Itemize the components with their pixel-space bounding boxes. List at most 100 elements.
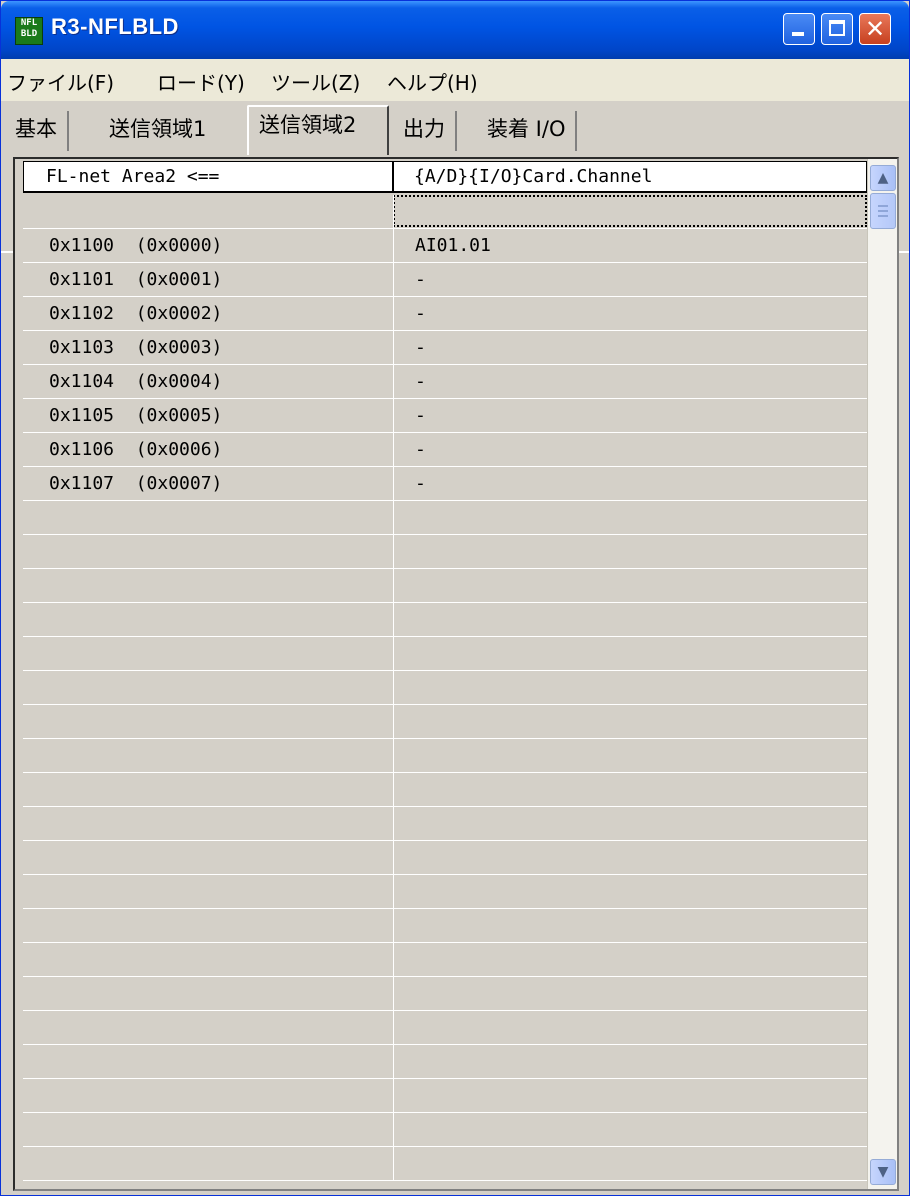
column-divider — [393, 263, 394, 297]
vertical-scrollbar[interactable]: ▲ ▼ — [867, 159, 897, 1189]
empty-table-row[interactable] — [23, 1147, 867, 1181]
column-divider — [393, 637, 394, 671]
flnet-address-cell[interactable]: 0x1106 (0x0006) — [49, 433, 222, 467]
card-channel-cell[interactable]: - — [415, 263, 426, 297]
card-channel-cell[interactable]: - — [415, 399, 426, 433]
card-channel-cell[interactable]: - — [415, 331, 426, 365]
tab-output[interactable]: 出力 — [393, 111, 457, 151]
column-divider — [393, 841, 394, 875]
flnet-address-cell[interactable]: 0x1101 (0x0001) — [49, 263, 222, 297]
window-title: R3-NFLBLD — [51, 14, 179, 39]
card-channel-cell[interactable]: - — [415, 467, 426, 501]
menu-load[interactable]: ロード(Y) — [157, 67, 245, 96]
column-divider — [393, 195, 394, 229]
empty-table-row[interactable] — [23, 569, 867, 603]
close-icon: ✕ — [864, 15, 886, 43]
empty-table-row[interactable] — [23, 1011, 867, 1045]
table-row[interactable]: 0x1106 (0x0006) - — [23, 433, 867, 467]
column-divider — [393, 1113, 394, 1147]
column-divider — [393, 1011, 394, 1045]
grip-line — [878, 215, 888, 217]
column-divider — [393, 977, 394, 1011]
empty-table-row[interactable] — [23, 705, 867, 739]
column-divider — [393, 603, 394, 637]
column-divider — [393, 875, 394, 909]
column-divider — [393, 399, 394, 433]
table-row[interactable]: 0x1104 (0x0004) - — [23, 365, 867, 399]
maximize-button[interactable] — [821, 13, 853, 45]
column-divider — [393, 229, 394, 263]
tab-installed-io[interactable]: 装着 I/O — [477, 111, 578, 151]
column-divider — [393, 1079, 394, 1113]
flnet-address-cell[interactable]: 0x1102 (0x0002) — [49, 297, 222, 331]
column-divider — [393, 433, 394, 467]
scroll-thumb[interactable] — [870, 193, 896, 229]
table-row[interactable]: 0x1105 (0x0005) - — [23, 399, 867, 433]
column-divider — [393, 331, 394, 365]
empty-table-row[interactable] — [23, 841, 867, 875]
table-row[interactable]: 0x1107 (0x0007) - — [23, 467, 867, 501]
column-divider — [393, 671, 394, 705]
chevron-up-icon: ▲ — [877, 170, 889, 186]
empty-table-row[interactable] — [23, 501, 867, 535]
menu-help[interactable]: ヘルプ(H) — [387, 67, 478, 96]
column-divider — [393, 1147, 394, 1181]
column-header-flnet[interactable]: FL-net Area2 <== — [23, 161, 393, 193]
table-row[interactable]: 0x1103 (0x0003) - — [23, 331, 867, 365]
flnet-address-cell[interactable]: 0x1107 (0x0007) — [49, 467, 222, 501]
card-channel-cell[interactable]: - — [415, 365, 426, 399]
menu-file[interactable]: ファイル(F) — [7, 67, 114, 96]
table-row[interactable]: 0x1102 (0x0002) - — [23, 297, 867, 331]
empty-table-row[interactable] — [23, 909, 867, 943]
card-channel-cell[interactable]: - — [415, 297, 426, 331]
empty-table-row[interactable] — [23, 1045, 867, 1079]
card-channel-cell[interactable]: AI01.01 — [415, 229, 491, 263]
tab-send-area-2[interactable]: 送信領域2 — [247, 105, 389, 155]
empty-table-row[interactable] — [23, 807, 867, 841]
empty-table-row[interactable] — [23, 739, 867, 773]
empty-table-row[interactable] — [23, 943, 867, 977]
empty-table-row[interactable] — [23, 977, 867, 1011]
column-divider — [393, 297, 394, 331]
title-bar[interactable]: NFL BLD R3-NFLBLD ✕ — [1, 1, 909, 59]
column-divider — [393, 569, 394, 603]
menu-bar: ファイル(F) ロード(Y) ツール(Z) ヘルプ(H) — [1, 59, 909, 102]
table-row[interactable]: 0x1100 (0x0000) AI01.01 — [23, 229, 867, 263]
column-divider — [393, 909, 394, 943]
chevron-down-icon: ▼ — [877, 1164, 889, 1180]
tab-basic[interactable]: 基本 — [5, 111, 69, 151]
column-divider — [393, 467, 394, 501]
flnet-address-cell[interactable]: 0x1100 (0x0000) — [49, 229, 222, 263]
column-divider — [393, 705, 394, 739]
close-button[interactable]: ✕ — [859, 13, 891, 45]
empty-table-row[interactable] — [23, 637, 867, 671]
empty-table-row[interactable] — [23, 875, 867, 909]
column-divider — [393, 807, 394, 841]
column-divider — [393, 773, 394, 807]
maximize-icon — [829, 20, 845, 36]
scroll-up-button[interactable]: ▲ — [870, 165, 896, 191]
column-divider — [393, 535, 394, 569]
app-icon[interactable]: NFL BLD — [15, 17, 43, 45]
flnet-address-cell[interactable]: 0x1103 (0x0003) — [49, 331, 222, 365]
empty-table-row[interactable] — [23, 1079, 867, 1113]
blank-edit-row[interactable] — [23, 195, 867, 229]
empty-table-row[interactable] — [23, 535, 867, 569]
table-row[interactable]: 0x1101 (0x0001) - — [23, 263, 867, 297]
empty-table-row[interactable] — [23, 773, 867, 807]
grip-line — [878, 205, 888, 207]
empty-table-row[interactable] — [23, 671, 867, 705]
card-channel-cell[interactable]: - — [415, 433, 426, 467]
scroll-down-button[interactable]: ▼ — [870, 1159, 896, 1185]
menu-tools[interactable]: ツール(Z) — [271, 67, 360, 96]
app-window: NFL BLD R3-NFLBLD ✕ ファイル(F) ロード(Y) ツール(Z… — [0, 0, 910, 1196]
minimize-button[interactable] — [783, 13, 815, 45]
flnet-address-cell[interactable]: 0x1104 (0x0004) — [49, 365, 222, 399]
column-divider — [393, 1045, 394, 1079]
flnet-address-cell[interactable]: 0x1105 (0x0005) — [49, 399, 222, 433]
empty-table-row[interactable] — [23, 603, 867, 637]
tab-send-area-1[interactable]: 送信領域1 — [99, 111, 216, 151]
mapping-grid[interactable]: FL-net Area2 <== {A/D}{I/O}Card.Channel … — [13, 157, 899, 1191]
column-header-card-channel[interactable]: {A/D}{I/O}Card.Channel — [393, 161, 867, 193]
empty-table-row[interactable] — [23, 1113, 867, 1147]
